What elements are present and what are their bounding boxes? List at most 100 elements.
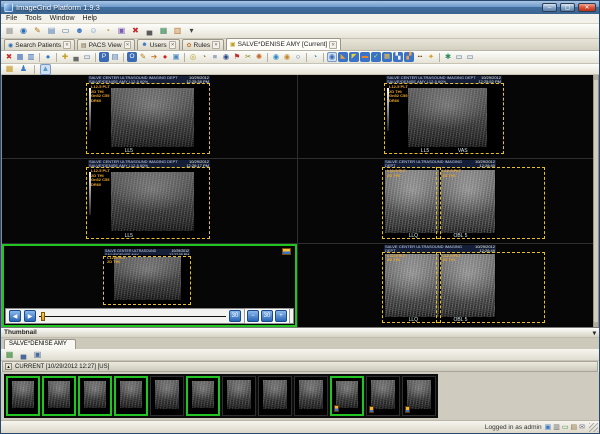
pacs-monitor-icon[interactable]: ▭: [60, 26, 71, 37]
print-icon[interactable]: ▄: [144, 26, 155, 37]
cine-slider-handle[interactable]: [41, 311, 45, 321]
series-header[interactable]: ▴ CURRENT [10/29/2012 12:27] [US]: [2, 361, 598, 372]
preset-layout-6-icon[interactable]: ▚: [393, 52, 403, 62]
viewer-panel-3[interactable]: SALVE CENTER ULTRASOUND IMAGING DEPT SAL…: [2, 159, 297, 243]
series-collapse-icon[interactable]: ▴: [5, 363, 12, 370]
tab-study-salve-denise-amy[interactable]: ▣ SALVE*DENISE AMY [Current] ✕: [225, 38, 342, 50]
thumbnail-1[interactable]: [6, 376, 40, 416]
tab-close-icon[interactable]: ✕: [168, 41, 177, 49]
tab-close-icon[interactable]: ✕: [212, 41, 220, 49]
calibrate-icon[interactable]: ✚: [60, 52, 70, 62]
status-archive-icon[interactable]: ▤: [571, 423, 578, 431]
user-icon[interactable]: ☺: [88, 26, 99, 37]
cine-prev-button[interactable]: ◀: [9, 310, 21, 322]
maximize-button[interactable]: ▢: [560, 3, 575, 12]
thumb-copy-icon[interactable]: ▣: [32, 349, 43, 360]
thumbnail-4[interactable]: [114, 376, 148, 416]
status-disk-icon[interactable]: ▥: [553, 423, 560, 431]
preset-layout-3-icon[interactable]: ▬: [360, 52, 370, 62]
user-group-icon[interactable]: ☻: [74, 26, 85, 37]
query-retrieve-icon[interactable]: ◔: [102, 26, 113, 37]
thumbnail-3[interactable]: [78, 376, 112, 416]
cine-fps-value-button[interactable]: 30: [261, 310, 273, 322]
cine-fps-plus-button[interactable]: +: [275, 310, 287, 322]
cine-slider[interactable]: [39, 311, 226, 322]
edit-study-icon[interactable]: ✎: [32, 26, 43, 37]
preset-layout-1-icon[interactable]: ◣: [338, 52, 348, 62]
thumbnail-study-tab[interactable]: SALVE*DENISE AMY: [4, 339, 76, 349]
tab-close-icon[interactable]: ✕: [123, 41, 132, 49]
chevron-down-icon[interactable]: ▾: [593, 329, 596, 337]
film-composer-icon[interactable]: ▭: [82, 52, 92, 62]
import-study-icon[interactable]: ▤: [46, 26, 57, 37]
viewer-panel-1[interactable]: SALVE CENTER ULTRASOUND IMAGING DEPT SAL…: [2, 75, 297, 159]
thumbnail-8[interactable]: [258, 376, 292, 416]
tab-close-icon[interactable]: ✕: [329, 40, 338, 49]
viewer-panel-2[interactable]: SALVE CENTER ULTRASOUND IMAGING DEPT SAL…: [298, 75, 593, 159]
measure-icon[interactable]: ✂: [243, 52, 253, 62]
search-patients-icon[interactable]: ◉: [18, 26, 29, 37]
tab-pacs-view[interactable]: ▤ PACS View ✕: [76, 39, 136, 50]
copy-icon[interactable]: ▣: [171, 52, 181, 62]
minimize-button[interactable]: –: [542, 3, 557, 12]
page-icon[interactable]: ▤: [110, 52, 120, 62]
flag-icon[interactable]: ⚑: [232, 52, 242, 62]
close-study-icon[interactable]: ✖: [4, 52, 14, 62]
magnify-mode-icon[interactable]: ◉: [327, 52, 337, 62]
zoom-icon[interactable]: ○: [293, 52, 303, 62]
archive-icon[interactable]: ▣: [116, 26, 127, 37]
tools-icon[interactable]: ✱: [443, 52, 453, 62]
dropdown-caret-icon[interactable]: ▾: [186, 26, 197, 37]
select-icon[interactable]: ▦: [4, 26, 15, 37]
viewer-panel-6[interactable]: SALVE CENTER ULTRASOUND IMAGING DEPT SAL…: [298, 243, 593, 327]
viewer-panel-4[interactable]: SALVE CENTER ULTRASOUND IMAGING DEPT SAL…: [298, 159, 593, 243]
preset-layout-4-icon[interactable]: ✓: [371, 52, 381, 62]
preset-layout-2-icon[interactable]: ◤: [349, 52, 359, 62]
cine-play-button[interactable]: ▶: [24, 310, 36, 322]
thumb-print-icon[interactable]: ▄: [18, 349, 29, 360]
find-icon[interactable]: ◉: [221, 52, 231, 62]
menu-tools[interactable]: Tools: [25, 15, 41, 22]
cine-fps-button[interactable]: 30: [229, 310, 241, 322]
menu-file[interactable]: File: [6, 15, 17, 22]
viewer-panel-5[interactable]: SALVE CENTER ULTRASOUND SALVE*DENISE AMY…: [2, 243, 297, 327]
history-icon[interactable]: ◔: [199, 52, 209, 62]
sphere-view-icon[interactable]: ●: [43, 52, 53, 62]
tab-users[interactable]: ☻ Users ✕: [137, 39, 181, 50]
key-icon[interactable]: ✦: [426, 52, 436, 62]
viewer-scrollbar[interactable]: [593, 75, 598, 327]
monitor-b-icon[interactable]: ▭: [465, 52, 475, 62]
tab-rules[interactable]: ✿ Rules ✕: [182, 39, 224, 50]
ruler-icon[interactable]: ┅: [415, 52, 425, 62]
export-db-icon[interactable]: ▥: [172, 26, 183, 37]
tab-search-patients[interactable]: ◉ Search Patients ✕: [4, 39, 75, 50]
thumbnail-11[interactable]: [366, 376, 400, 416]
resize-grip-icon[interactable]: [589, 423, 598, 432]
status-mail-icon[interactable]: ✉: [579, 423, 585, 431]
thumbnail-10[interactable]: [330, 376, 364, 416]
stamp-tool-icon[interactable]: ♟: [18, 64, 29, 75]
status-monitor-icon[interactable]: ▭: [562, 423, 569, 431]
thumbnail-5[interactable]: [150, 376, 184, 416]
print-image-icon[interactable]: ▄: [71, 52, 81, 62]
burn-cd-icon[interactable]: ◎: [188, 52, 198, 62]
preset-layout-5-icon[interactable]: ▦: [382, 52, 392, 62]
film-icon[interactable]: ▦: [158, 26, 169, 37]
web-settings-icon[interactable]: ◉: [282, 52, 292, 62]
layers-icon[interactable]: ≡: [210, 52, 220, 62]
thumbnail-6[interactable]: [186, 376, 220, 416]
cine-fps-minus-button[interactable]: −: [247, 310, 259, 322]
annotate-icon[interactable]: ✎: [138, 52, 148, 62]
layout-compare-icon[interactable]: ▥: [26, 52, 36, 62]
preset-layout-7-icon[interactable]: ▞: [404, 52, 414, 62]
prism-tool-icon[interactable]: ▲: [40, 63, 51, 75]
status-network-icon[interactable]: ▣: [545, 423, 552, 431]
thumbnail-7[interactable]: [222, 376, 256, 416]
delete-icon[interactable]: ✖: [130, 26, 141, 37]
thumb-matrix-icon[interactable]: ▦: [4, 349, 15, 360]
tag-o-icon[interactable]: O: [127, 52, 137, 62]
menu-window[interactable]: Window: [50, 15, 75, 22]
monitor-a-icon[interactable]: ▭: [454, 52, 464, 62]
palette-icon[interactable]: ✺: [254, 52, 264, 62]
thumbnail-12[interactable]: [402, 376, 436, 416]
